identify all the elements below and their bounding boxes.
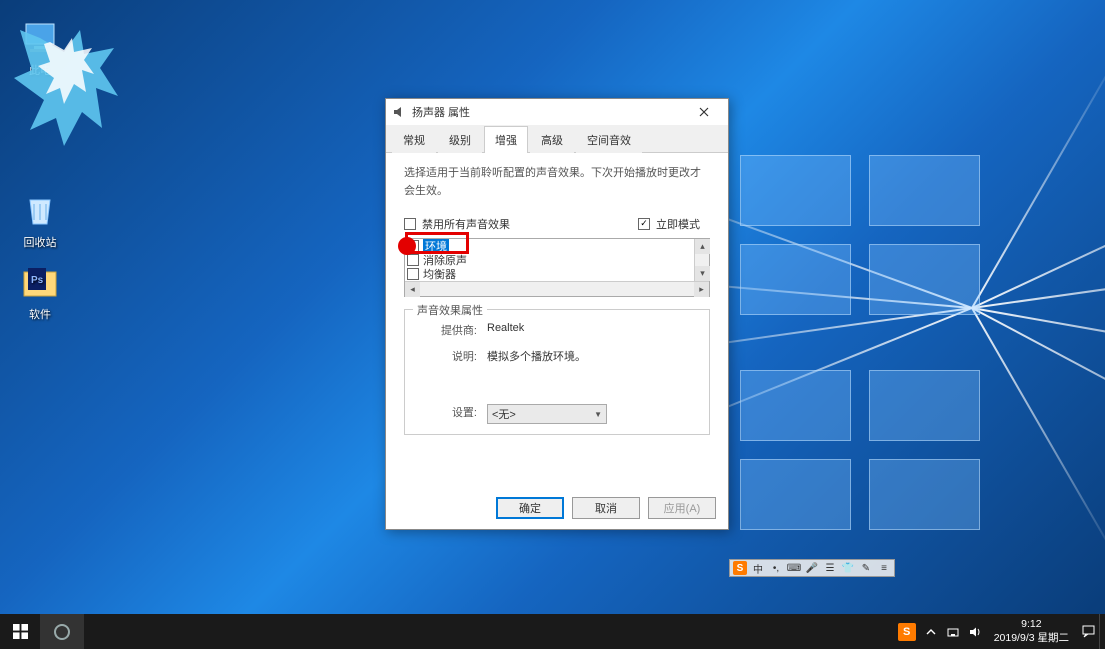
- provider-label: 提供商:: [415, 322, 487, 338]
- desktop-icon-computer[interactable]: 此电: [6, 18, 74, 78]
- recycle-bin-icon: [20, 190, 60, 230]
- ime-lang-indicator[interactable]: 中: [751, 561, 765, 575]
- close-button[interactable]: [686, 100, 722, 124]
- icon-label: 此电: [6, 62, 74, 78]
- scroll-left-button[interactable]: ◂: [405, 282, 420, 297]
- sogou-icon[interactable]: S: [733, 561, 747, 575]
- wallpaper-squares-top: [740, 155, 980, 315]
- ime-skin-icon[interactable]: ☰: [823, 561, 837, 575]
- taskbar: S 9:12 2019/9/3 星期二: [0, 614, 1105, 649]
- effect-properties-group: 声音效果属性 提供商: Realtek 说明: 模拟多个播放环境。 设置: <无…: [404, 309, 710, 435]
- tab-enhancements[interactable]: 增强: [484, 126, 528, 153]
- desktop-icon-recycle-bin[interactable]: 回收站: [6, 190, 74, 250]
- effects-list: 环境 消除原声 均衡器 ▴ ▾ ◂: [404, 238, 710, 297]
- checkbox-label: 禁用所有声音效果: [422, 216, 510, 232]
- tray-overflow-button[interactable]: [920, 614, 942, 649]
- effect-item-voice-cancel[interactable]: 消除原声: [405, 253, 709, 267]
- show-desktop-button[interactable]: [1099, 614, 1105, 649]
- pc-icon: [20, 18, 60, 58]
- ethernet-icon: [946, 625, 960, 639]
- tray-volume-icon[interactable]: [964, 614, 986, 649]
- desktop-icon-software[interactable]: Ps 软件: [6, 262, 74, 322]
- close-icon: [699, 107, 709, 117]
- tray-network-icon[interactable]: [942, 614, 964, 649]
- checkbox-icon: [404, 218, 416, 230]
- ime-softkbd-icon[interactable]: ⌨: [787, 561, 801, 575]
- taskbar-clock[interactable]: 9:12 2019/9/3 星期二: [986, 618, 1077, 644]
- ime-tool-icon[interactable]: ✎: [859, 561, 873, 575]
- system-tray: S 9:12 2019/9/3 星期二: [894, 614, 1105, 649]
- chevron-down-icon: ▼: [594, 410, 602, 419]
- scroll-down-button[interactable]: ▾: [695, 266, 710, 281]
- tab-levels[interactable]: 级别: [438, 126, 482, 153]
- dialog-titlebar[interactable]: 扬声器 属性: [386, 99, 728, 125]
- checkbox-icon: [407, 268, 419, 280]
- provider-value: Realtek: [487, 322, 699, 338]
- scroll-up-button[interactable]: ▴: [695, 239, 710, 254]
- tab-advanced[interactable]: 高级: [530, 126, 574, 153]
- speaker-icon: [392, 105, 406, 119]
- cancel-button[interactable]: 取消: [572, 497, 640, 519]
- wallpaper-squares-bottom: [740, 370, 980, 530]
- tray-sogou-icon[interactable]: S: [898, 623, 916, 641]
- vertical-scrollbar[interactable]: ▴ ▾: [694, 239, 709, 281]
- dialog-tabs: 常规 级别 增强 高级 空间音效: [386, 125, 728, 153]
- clock-time: 9:12: [994, 618, 1069, 631]
- setting-dropdown[interactable]: <无> ▼: [487, 404, 607, 424]
- checkbox-icon: [407, 254, 419, 266]
- description-label: 说明:: [415, 348, 487, 364]
- checkbox-icon: [407, 240, 419, 252]
- tab-spatial[interactable]: 空间音效: [576, 126, 642, 153]
- instant-mode-checkbox[interactable]: 立即模式: [638, 216, 700, 232]
- apply-button[interactable]: 应用(A): [648, 497, 716, 519]
- ok-button[interactable]: 确定: [496, 497, 564, 519]
- scroll-right-button[interactable]: ▸: [694, 282, 709, 297]
- ime-toolbar[interactable]: S 中 •, ⌨ 🎤 ☰ 👕 ✎ ≡: [729, 559, 895, 577]
- windows-logo-icon: [13, 624, 28, 639]
- panel-hint: 选择适用于当前聆听配置的声音效果。下次开始播放时更改才会生效。: [404, 165, 710, 200]
- speaker-properties-dialog: 扬声器 属性 常规 级别 增强 高级 空间音效 选择适用于当前聆听配置的声音效果…: [385, 98, 729, 530]
- ime-punct-icon[interactable]: •,: [769, 561, 783, 575]
- dropdown-value: <无>: [492, 406, 516, 422]
- action-center-button[interactable]: [1077, 614, 1099, 649]
- dialog-title: 扬声器 属性: [412, 104, 686, 120]
- speaker-icon: [968, 625, 982, 639]
- icon-label: 软件: [6, 306, 74, 322]
- start-button[interactable]: [0, 614, 40, 649]
- checkbox-label: 立即模式: [656, 216, 700, 232]
- notification-icon: [1081, 624, 1096, 639]
- effect-label: 均衡器: [423, 266, 456, 281]
- ime-user-icon[interactable]: 👕: [841, 561, 855, 575]
- enhancements-panel: 选择适用于当前聆听配置的声音效果。下次开始播放时更改才会生效。 禁用所有声音效果…: [386, 153, 728, 447]
- disable-all-effects-checkbox[interactable]: 禁用所有声音效果: [404, 216, 510, 232]
- horizontal-scrollbar[interactable]: ◂ ▸: [405, 281, 709, 296]
- cortana-icon: [53, 623, 71, 641]
- ime-voice-icon[interactable]: 🎤: [805, 561, 819, 575]
- chevron-up-icon: [926, 627, 936, 637]
- group-legend: 声音效果属性: [413, 302, 487, 318]
- ps-folder-icon: Ps: [20, 262, 60, 302]
- desktop[interactable]: 此电 回收站 Ps 软件 扬声器 属性: [0, 0, 1105, 614]
- dialog-button-row: 确定 取消 应用(A): [496, 497, 716, 519]
- svg-text:Ps: Ps: [31, 275, 44, 286]
- effect-item-environment[interactable]: 环境: [405, 239, 709, 253]
- setting-label: 设置:: [415, 404, 487, 424]
- taskbar-app-cortana[interactable]: [40, 614, 84, 649]
- checkbox-icon: [638, 218, 650, 230]
- description-value: 模拟多个播放环境。: [487, 348, 699, 364]
- clock-date: 2019/9/3 星期二: [994, 632, 1069, 645]
- icon-label: 回收站: [6, 234, 74, 250]
- effect-item-equalizer[interactable]: 均衡器: [405, 267, 709, 281]
- ime-menu-icon[interactable]: ≡: [877, 561, 891, 575]
- tab-general[interactable]: 常规: [392, 126, 436, 153]
